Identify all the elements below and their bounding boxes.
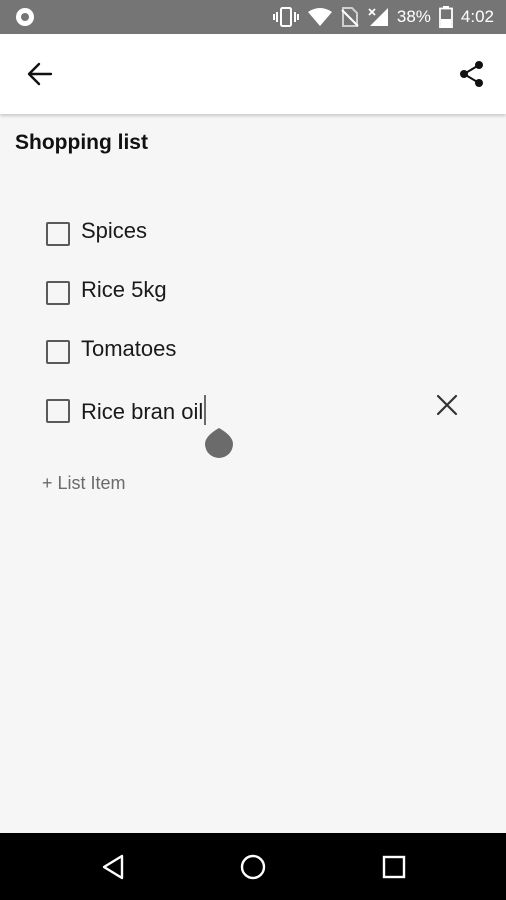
nav-home-button[interactable] [233,847,273,887]
item-checkbox[interactable] [46,399,70,423]
item-label[interactable]: Rice 5kg [81,277,167,303]
nav-recents-button[interactable] [374,847,414,887]
list-item: Spices [0,202,506,261]
battery-icon [439,6,453,28]
list-item: Rice 5kg [0,261,506,320]
back-button[interactable] [22,56,58,92]
checklist: Spices Rice 5kg Tomatoes Rice bran oil [0,202,506,438]
wifi-icon [307,8,332,26]
back-arrow-icon [27,62,53,86]
item-label: Rice bran oil [81,399,204,424]
list-item: Tomatoes [0,320,506,379]
home-circle-icon [240,854,266,880]
status-icons: 38% 4:02 [272,0,494,34]
item-checkbox[interactable] [46,340,70,364]
recents-square-icon [382,855,406,879]
text-cursor [204,395,207,425]
clock: 4:02 [460,7,494,26]
add-list-item-button[interactable]: + List Item [42,473,126,494]
close-icon [436,394,458,416]
list-item-editing: Rice bran oil [0,379,506,438]
no-sim-icon [341,7,359,27]
item-text-field[interactable]: Rice bran oil [81,395,207,425]
item-label[interactable]: Tomatoes [81,336,176,362]
battery-percent: 38% [396,7,431,26]
circle-indicator-icon [16,8,34,26]
cursor-handle-icon[interactable] [204,424,234,458]
item-label[interactable]: Spices [81,218,147,244]
item-checkbox[interactable] [46,281,70,305]
vibrate-icon [272,7,299,27]
status-bar: 38% 4:02 [0,0,506,34]
share-button[interactable] [454,56,490,92]
item-checkbox[interactable] [46,222,70,246]
back-triangle-icon [102,854,124,880]
nav-back-button[interactable] [93,847,133,887]
delete-item-button[interactable] [432,390,462,420]
signal-icon [368,8,388,26]
app-bar [0,34,506,114]
note-title[interactable]: Shopping list [15,131,148,155]
nav-bar [0,833,506,900]
share-icon [460,61,483,87]
